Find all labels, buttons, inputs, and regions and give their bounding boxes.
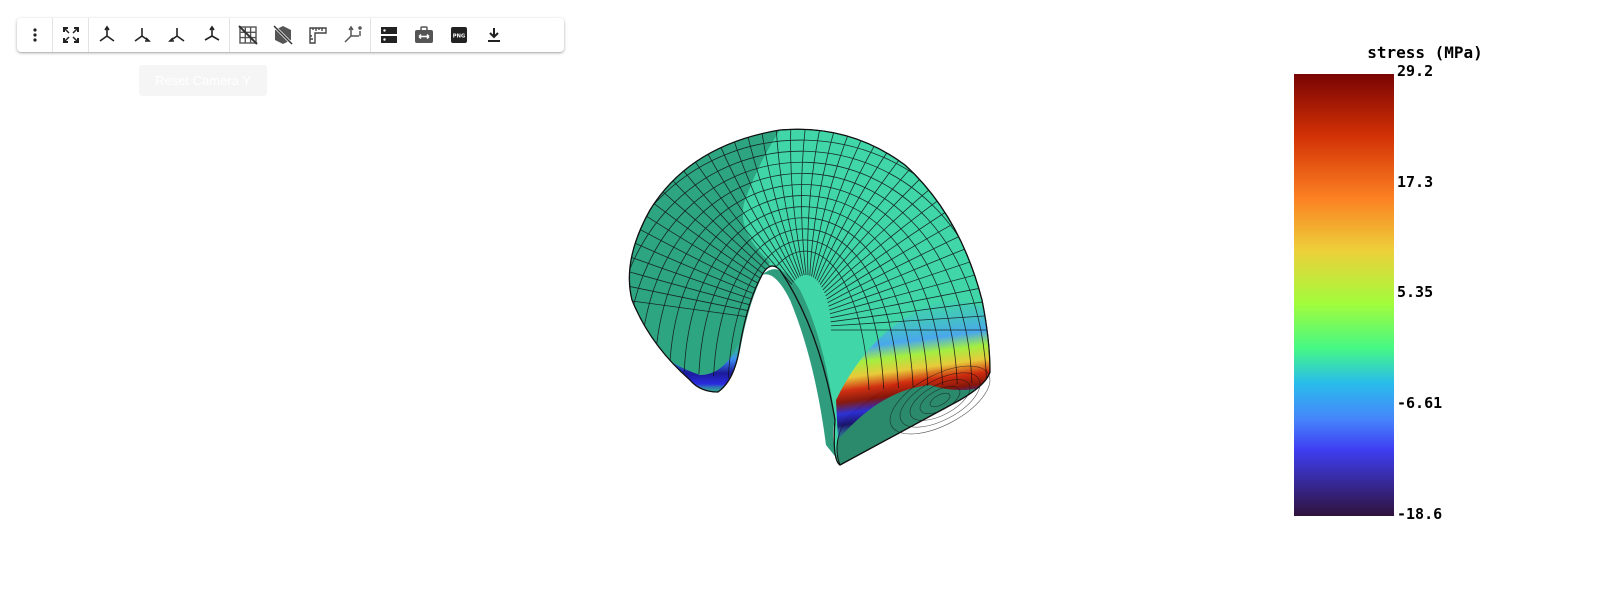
colorbar-tick-label: 17.3 bbox=[1397, 173, 1434, 191]
axes-iso-icon bbox=[204, 25, 219, 41]
png-icon: PNG bbox=[450, 27, 467, 43]
axes-info-icon bbox=[343, 25, 362, 43]
axes-info-button[interactable] bbox=[335, 18, 370, 52]
mesh-model[interactable] bbox=[581, 115, 1030, 466]
tooltip: Reset Camera Y bbox=[139, 65, 267, 96]
axes-xz-icon bbox=[134, 28, 151, 42]
axes-xy-icon bbox=[99, 25, 114, 42]
fullscreen-icon bbox=[62, 27, 79, 43]
briefcase-arrows-icon bbox=[414, 26, 433, 43]
colorbar-tick-label: 29.2 bbox=[1397, 62, 1434, 80]
toolbar: PNG bbox=[17, 18, 564, 52]
svg-text:PNG: PNG bbox=[452, 34, 464, 40]
download-button[interactable] bbox=[476, 18, 511, 52]
screenshot-png-button[interactable]: PNG bbox=[441, 18, 476, 52]
view-yz-button[interactable] bbox=[159, 18, 194, 52]
view-xy-button[interactable] bbox=[89, 18, 124, 52]
server-button[interactable] bbox=[371, 18, 406, 52]
fullscreen-button[interactable] bbox=[53, 18, 88, 52]
ruler-icon bbox=[308, 27, 327, 44]
cube-off-icon bbox=[272, 24, 293, 46]
pan-button[interactable] bbox=[406, 18, 441, 52]
menu-button[interactable] bbox=[17, 18, 52, 52]
axes-yz-icon bbox=[167, 28, 184, 42]
view-xz-button[interactable] bbox=[124, 18, 159, 52]
more-vertical-icon bbox=[32, 28, 37, 42]
colorbar-title: stress (MPa) bbox=[1367, 43, 1483, 62]
grid-off-icon bbox=[237, 25, 258, 45]
colorbar bbox=[1294, 74, 1394, 516]
colorbar-tick-label: -18.6 bbox=[1397, 505, 1443, 523]
view-isometric-button[interactable] bbox=[194, 18, 229, 52]
mesh-surface-shadow bbox=[629, 130, 780, 392]
colorbar-tick-label: 5.35 bbox=[1397, 283, 1434, 301]
toggle-grid-button[interactable] bbox=[230, 18, 265, 52]
toggle-parallel-button[interactable] bbox=[265, 18, 300, 52]
colorbar-tick-label: -6.61 bbox=[1397, 394, 1443, 412]
server-icon bbox=[380, 27, 397, 43]
download-icon bbox=[487, 28, 500, 42]
ruler-button[interactable] bbox=[300, 18, 335, 52]
